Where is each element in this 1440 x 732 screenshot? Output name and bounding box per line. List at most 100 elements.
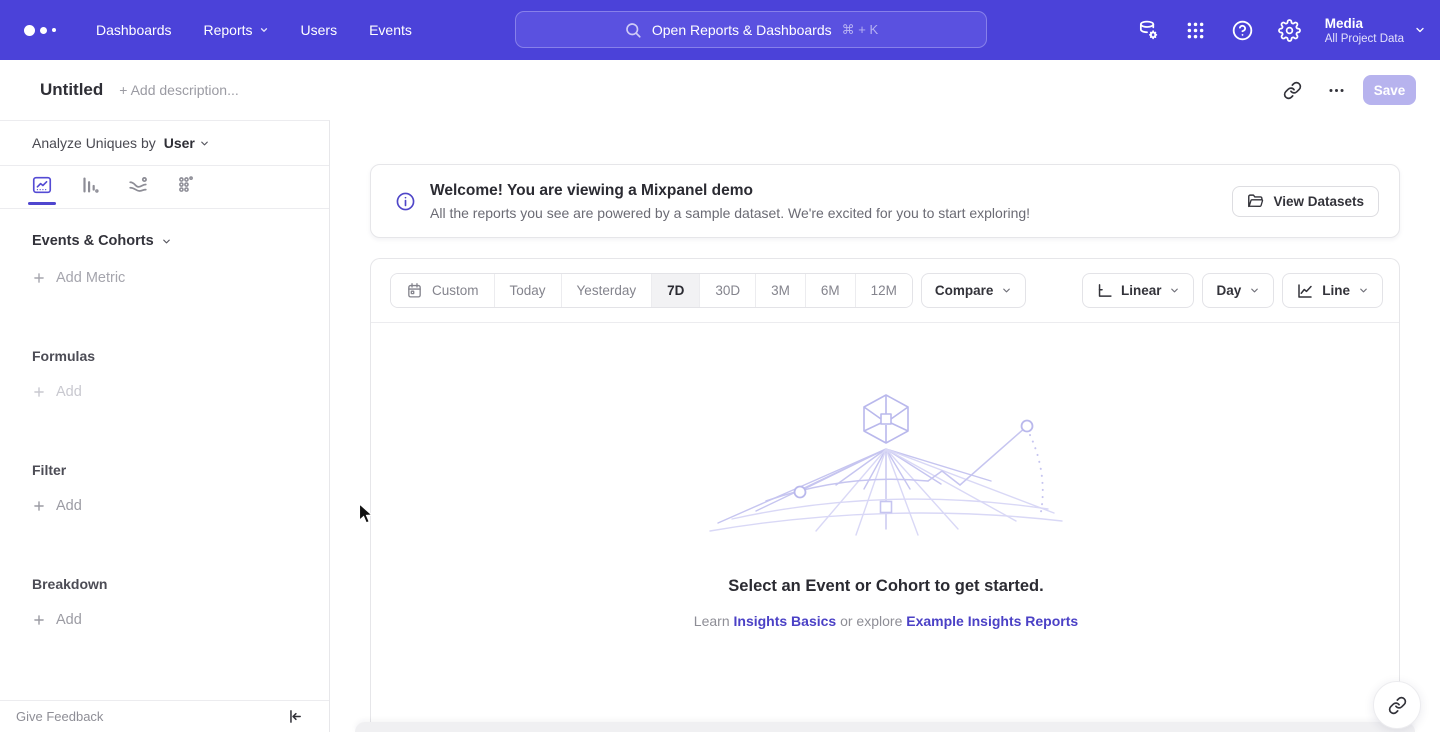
analyze-by-dropdown[interactable]: User [164, 135, 210, 151]
add-label: Add [56, 612, 82, 628]
collapse-sidebar-button[interactable] [286, 708, 303, 725]
date-range-label: Custom [432, 283, 479, 298]
info-icon [395, 191, 416, 212]
gear-icon [1278, 19, 1301, 42]
insights-basics-link[interactable]: Insights Basics [734, 613, 837, 629]
date-range-6m[interactable]: 6M [806, 274, 856, 307]
folder-icon [1247, 193, 1264, 210]
welcome-banner: Welcome! You are viewing a Mixpanel demo… [370, 164, 1400, 238]
search-shortcut: ⌘ + K [842, 22, 879, 38]
more-options-button[interactable] [1319, 74, 1353, 106]
search-placeholder: Open Reports & Dashboards [652, 22, 832, 38]
search-icon [624, 21, 642, 39]
view-datasets-button[interactable]: View Datasets [1232, 186, 1379, 217]
chevron-down-icon [199, 138, 210, 149]
date-range-label: Today [510, 283, 546, 298]
nav-item-events[interactable]: Events [353, 14, 428, 46]
analyze-by-label: Analyze Uniques by [32, 135, 156, 151]
analyze-by-value: User [164, 135, 195, 151]
nav-item-reports[interactable]: Reports [188, 14, 285, 46]
link-icon [1283, 81, 1302, 100]
flows-tab-icon [127, 174, 149, 196]
date-range-yesterday[interactable]: Yesterday [562, 274, 653, 307]
top-nav: Dashboards Reports Users Events Open Rep… [0, 0, 1440, 60]
tab-bar-chart[interactable] [78, 174, 102, 207]
apps-grid-icon [1185, 20, 1206, 41]
nav-item-label: Dashboards [96, 22, 172, 38]
tab-line-chart[interactable] [30, 174, 54, 207]
banner-title: Welcome! You are viewing a Mixpanel demo [430, 180, 1030, 201]
date-range-label: 12M [871, 283, 897, 298]
project-selector[interactable]: Media All Project Data [1325, 15, 1426, 46]
add-label: Add [56, 498, 82, 514]
date-range-label: 6M [821, 283, 840, 298]
date-range-label: Yesterday [577, 283, 637, 298]
database-gear-icon [1137, 19, 1160, 42]
add-metric-label: Add Metric [56, 270, 125, 286]
nav-item-dashboards[interactable]: Dashboards [80, 14, 188, 46]
banner-subtitle: All the reports you see are powered by a… [430, 203, 1030, 223]
date-range-label: 30D [715, 283, 740, 298]
chart-type-tabs [0, 166, 329, 209]
date-range-3m[interactable]: 3M [756, 274, 806, 307]
nav-item-users[interactable]: Users [285, 14, 354, 46]
metrics-grid-tab-icon [175, 174, 197, 196]
formulas-section-label: Formulas [0, 320, 329, 364]
nav-item-label: Reports [204, 22, 253, 38]
copy-link-button[interactable] [1275, 74, 1309, 106]
interval-label: Day [1216, 283, 1241, 298]
events-cohorts-section[interactable]: Events & Cohorts [0, 209, 329, 249]
chevron-down-icon [1358, 285, 1369, 296]
project-name: Media [1325, 15, 1404, 32]
add-filter-button[interactable]: Add [0, 478, 329, 514]
share-link-fab[interactable] [1373, 681, 1421, 729]
mixpanel-logo-icon[interactable] [24, 25, 58, 36]
line-chart-tab-icon [31, 174, 53, 196]
plus-icon [32, 385, 46, 399]
chevron-down-icon [1001, 285, 1012, 296]
events-cohorts-label: Events & Cohorts [32, 233, 154, 249]
chart-controls: Custom Today Yesterday 7D 30D 3M 6M 12M … [371, 259, 1399, 323]
plus-icon [32, 499, 46, 513]
tab-flows-chart[interactable] [126, 174, 150, 207]
give-feedback-link[interactable]: Give Feedback [16, 709, 103, 724]
add-formula-button[interactable]: Add [0, 364, 329, 400]
help-button[interactable] [1223, 10, 1263, 50]
example-reports-link[interactable]: Example Insights Reports [906, 613, 1078, 629]
view-datasets-label: View Datasets [1273, 194, 1364, 209]
report-title[interactable]: Untitled [40, 80, 103, 100]
date-range-7d[interactable]: 7D [652, 274, 700, 307]
add-label: Add [56, 384, 82, 400]
main-content: Welcome! You are viewing a Mixpanel demo… [330, 120, 1440, 732]
empty-state-title: Select an Event or Cohort to get started… [371, 577, 1401, 596]
compare-dropdown[interactable]: Compare [921, 273, 1027, 308]
save-button[interactable]: Save [1363, 75, 1416, 105]
chart-type-dropdown[interactable]: Line [1282, 273, 1383, 308]
settings-button[interactable] [1270, 10, 1310, 50]
date-range-today[interactable]: Today [495, 274, 562, 307]
bottom-panel-edge[interactable] [355, 722, 1415, 732]
chart-type-label: Line [1322, 283, 1350, 298]
add-metric-button[interactable]: Add Metric [0, 249, 329, 286]
link-icon [1388, 696, 1407, 715]
query-builder-sidebar: Analyze Uniques by User [0, 120, 330, 732]
tab-metrics-grid[interactable] [174, 174, 198, 207]
scale-dropdown[interactable]: Linear [1082, 273, 1195, 308]
nav-item-label: Users [301, 22, 338, 38]
apps-grid-button[interactable] [1176, 10, 1216, 50]
nav-item-label: Events [369, 22, 412, 38]
ellipsis-icon [1327, 81, 1346, 100]
help-icon [1231, 19, 1254, 42]
date-range-30d[interactable]: 30D [700, 274, 756, 307]
project-scope: All Project Data [1325, 32, 1404, 46]
data-management-button[interactable] [1129, 10, 1169, 50]
global-search-input[interactable]: Open Reports & Dashboards ⌘ + K [515, 11, 987, 48]
add-breakdown-button[interactable]: Add [0, 592, 329, 628]
line-chart-icon [1296, 282, 1314, 300]
interval-dropdown[interactable]: Day [1202, 273, 1274, 308]
report-description-input[interactable]: + Add description... [119, 82, 238, 98]
date-range-12m[interactable]: 12M [856, 274, 912, 307]
empty-state-illustration [696, 389, 1076, 541]
chevron-down-icon [1169, 285, 1180, 296]
date-range-custom[interactable]: Custom [391, 274, 495, 307]
